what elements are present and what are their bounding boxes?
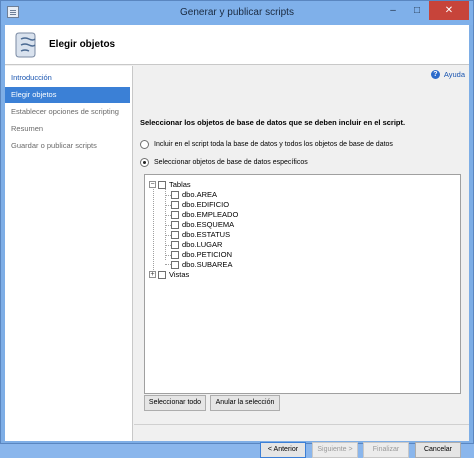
radio-select-specific[interactable]: Seleccionar objetos de base de datos esp…	[140, 158, 308, 167]
tree-node-table: dbo.PETICION	[171, 250, 232, 259]
tree-label-table: dbo.ESTATUS	[182, 230, 231, 239]
tree-label-table: dbo.LUGAR	[182, 240, 223, 249]
close-button[interactable]: ✕	[429, 1, 469, 20]
help-link[interactable]: ? Ayuda	[430, 70, 465, 79]
tree-node-tablas: − Tablas	[149, 180, 191, 189]
window-controls: – □ ✕	[381, 1, 469, 20]
tree-checkbox-table[interactable]	[171, 200, 179, 209]
help-icon: ?	[430, 70, 440, 79]
page-header: Elegir objetos	[5, 25, 469, 65]
sidebar-item-opciones-scripting: Establecer opciones de scripting	[11, 107, 119, 116]
radio-script-all-label: Incluir en el script toda la base de dat…	[154, 141, 393, 148]
tree-checkbox-tablas[interactable]	[158, 180, 166, 189]
tree-checkbox-table[interactable]	[171, 210, 179, 219]
cancel-button[interactable]: Cancelar	[415, 442, 461, 458]
tree-expander-vistas[interactable]: +	[149, 271, 156, 278]
tree-checkbox-table[interactable]	[171, 220, 179, 229]
tree-expander-tablas[interactable]: −	[149, 181, 156, 188]
tree-checkbox-table[interactable]	[171, 230, 179, 239]
help-label: Ayuda	[443, 70, 465, 79]
tree-label-table: dbo.PETICION	[182, 250, 233, 259]
sidebar-item-elegir-objetos[interactable]: Elegir objetos	[5, 87, 130, 103]
tree-node-table: dbo.EDIFICIO	[171, 200, 229, 209]
object-tree[interactable]: − Tablas dbo.AREA dbo.EDIFICIO dbo.EMPLE…	[144, 174, 461, 394]
dialog-client: Elegir objetos Introducción Elegir objet…	[5, 25, 469, 458]
main-panel: ? Ayuda Seleccionar los objetos de base …	[134, 66, 469, 458]
tree-node-table: dbo.AREA	[171, 190, 217, 199]
tree-label-table: dbo.EDIFICIO	[182, 200, 230, 209]
next-button: Siguiente >	[312, 442, 358, 458]
finish-button: Finalizar	[363, 442, 409, 458]
sidebar-item-introduccion[interactable]: Introducción	[5, 70, 130, 86]
dialog-window: Generar y publicar scripts – □ ✕ Elegir …	[0, 0, 474, 458]
tree-node-table: dbo.ESTATUS	[171, 230, 230, 239]
tree-checkbox-table[interactable]	[171, 250, 179, 259]
wizard-steps-sidebar: Introducción Elegir objetos Establecer o…	[5, 66, 133, 441]
tree-node-table: dbo.ESQUEMA	[171, 220, 234, 229]
sidebar-item-guardar-publicar: Guardar o publicar scripts	[11, 141, 97, 150]
tree-node-table: dbo.LUGAR	[171, 240, 222, 249]
radio-select-specific-circle[interactable]	[140, 158, 149, 167]
select-all-button[interactable]: Seleccionar todo	[144, 395, 206, 411]
instruction-text: Seleccionar los objetos de base de datos…	[140, 118, 406, 127]
minimize-button[interactable]: –	[381, 1, 405, 20]
page-title: Elegir objetos	[49, 39, 116, 50]
script-scroll-icon	[15, 32, 36, 58]
radio-script-all-circle[interactable]	[140, 140, 149, 149]
tree-checkbox-table[interactable]	[171, 260, 179, 269]
back-button[interactable]: < Anterior	[260, 442, 306, 458]
tree-label-tablas: Tablas	[169, 180, 191, 189]
tree-label-table: dbo.AREA	[182, 190, 218, 199]
clear-selection-button[interactable]: Anular la selección	[210, 395, 280, 411]
tree-checkbox-table[interactable]	[171, 240, 179, 249]
radio-select-specific-label: Seleccionar objetos de base de datos esp…	[154, 159, 308, 166]
title-bar[interactable]: Generar y publicar scripts – □ ✕	[1, 1, 473, 25]
tree-label-table: dbo.SUBAREA	[182, 260, 233, 269]
tree-label-vistas: Vistas	[169, 270, 190, 279]
radio-script-all[interactable]: Incluir en el script toda la base de dat…	[140, 140, 393, 149]
sidebar-item-resumen: Resumen	[11, 124, 44, 133]
tree-node-vistas: + Vistas	[149, 270, 189, 279]
maximize-button[interactable]: □	[405, 1, 429, 20]
tree-node-table: dbo.SUBAREA	[171, 260, 232, 269]
tree-checkbox-table[interactable]	[171, 190, 179, 199]
tree-node-table: dbo.EMPLEADO	[171, 210, 238, 219]
tree-label-table: dbo.EMPLEADO	[182, 210, 239, 219]
tree-checkbox-vistas[interactable]	[158, 270, 166, 279]
tree-label-table: dbo.ESQUEMA	[182, 220, 235, 229]
footer-separator	[134, 424, 469, 425]
